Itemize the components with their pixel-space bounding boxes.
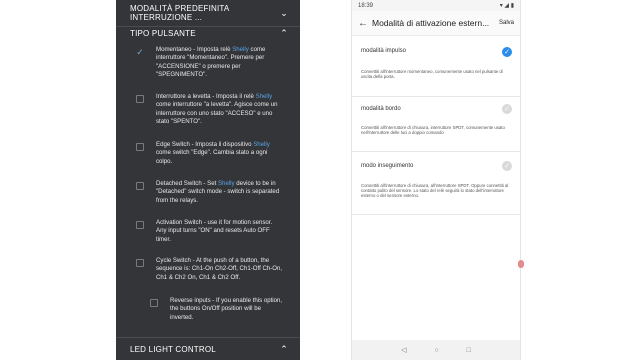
nav-back-icon[interactable]: ◁ bbox=[401, 346, 406, 354]
item-title: modalità bordo bbox=[361, 106, 401, 112]
mode-item-follow[interactable]: modo inseguimento ✓ Connettiti all'inter… bbox=[352, 157, 520, 217]
option-detached[interactable]: Detached Switch - Set Shelly device to b… bbox=[136, 180, 296, 205]
status-bar: 18:39 ▾ ◢ ▮ bbox=[352, 0, 520, 11]
divider bbox=[352, 214, 520, 215]
option-text: Activation Switch - use it for motion se… bbox=[156, 219, 273, 243]
option-text: Interruttore a levetta - Imposta il relè… bbox=[156, 93, 278, 125]
settings-panel: MODALITÀ PREDEFINITA INTERRUZIONE ... ⌄ … bbox=[116, 0, 300, 360]
option-text: Momentaneo - Imposta relè Shelly come in… bbox=[156, 46, 266, 78]
section-led[interactable]: LED LIGHT CONTROL ⌃ bbox=[116, 338, 300, 360]
phone-screen: 18:39 ▾ ◢ ▮ ← Modalità di attivazione es… bbox=[351, 0, 521, 360]
check-icon[interactable]: ✓ bbox=[502, 161, 512, 171]
save-button[interactable]: Salva bbox=[499, 20, 514, 26]
checkbox[interactable] bbox=[136, 182, 144, 190]
check-icon[interactable]: ✓ bbox=[502, 104, 512, 114]
status-time: 18:39 bbox=[358, 2, 374, 9]
scroll-indicator[interactable] bbox=[518, 260, 524, 268]
item-title: modo inseguimento bbox=[361, 163, 414, 169]
chevron-up-icon[interactable]: ⌃ bbox=[280, 28, 288, 39]
checkbox[interactable] bbox=[136, 143, 144, 151]
nav-recents-icon[interactable]: □ bbox=[467, 347, 471, 354]
option-momentary[interactable]: ✓ Momentaneo - Imposta relè Shelly come … bbox=[136, 46, 296, 79]
option-edge[interactable]: Edge Switch - Imposta il dispositivo She… bbox=[136, 141, 296, 166]
item-description: Connettiti all'interruttore di chiusura,… bbox=[361, 183, 509, 199]
section-button-type-title: TIPO PULSANTE bbox=[130, 28, 196, 38]
item-description: Connettiti all'interruttore di chiusura,… bbox=[361, 125, 505, 136]
option-text: Reverse inputs - If you enable this opti… bbox=[170, 297, 283, 321]
option-reverse-inputs[interactable]: Reverse inputs - If you enable this opti… bbox=[150, 297, 296, 322]
divider bbox=[352, 96, 520, 97]
option-text: Detached Switch - Set Shelly device to b… bbox=[156, 180, 280, 204]
chevron-down-icon[interactable]: ⌄ bbox=[280, 8, 288, 19]
chevron-up-icon[interactable]: ⌃ bbox=[280, 344, 288, 355]
option-cycle[interactable]: Cycle Switch - At the push of a button, … bbox=[136, 257, 296, 282]
mode-item-edge[interactable]: modalità bordo ✓ Connettiti all'interrut… bbox=[352, 100, 520, 152]
app-bar: ← Modalità di attivazione estern... Salv… bbox=[352, 11, 520, 36]
back-arrow-icon[interactable]: ← bbox=[358, 18, 372, 29]
option-activation[interactable]: Activation Switch - use it for motion se… bbox=[136, 219, 296, 244]
system-nav-bar: ◁ ○ □ bbox=[352, 340, 520, 360]
status-icons: ▾ ◢ ▮ bbox=[499, 3, 514, 9]
divider bbox=[352, 151, 520, 152]
page-title: Modalità di attivazione estern... bbox=[372, 18, 490, 28]
checkbox[interactable] bbox=[136, 259, 144, 267]
checkbox[interactable] bbox=[136, 221, 144, 229]
option-text: Edge Switch - Imposta il dispositivo She… bbox=[156, 141, 270, 165]
section-button-type[interactable]: TIPO PULSANTE ⌃ bbox=[116, 20, 300, 46]
section-led-title: LED LIGHT CONTROL bbox=[130, 344, 216, 354]
item-description: Connettiti all'interruttore momentaneo, … bbox=[361, 69, 503, 80]
option-text: Cycle Switch - At the push of a button, … bbox=[156, 257, 283, 281]
item-title: modalità impulso bbox=[361, 48, 407, 54]
mode-item-impulse[interactable]: modalità impulso ✓ Connettiti all'interr… bbox=[352, 42, 520, 94]
option-toggle[interactable]: Interruttore a levetta - Imposta il relè… bbox=[136, 93, 296, 126]
check-icon[interactable]: ✓ bbox=[502, 47, 512, 57]
checkbox[interactable] bbox=[136, 95, 144, 103]
nav-home-icon[interactable]: ○ bbox=[434, 347, 438, 354]
check-icon[interactable]: ✓ bbox=[136, 48, 144, 57]
checkbox[interactable] bbox=[150, 299, 158, 307]
